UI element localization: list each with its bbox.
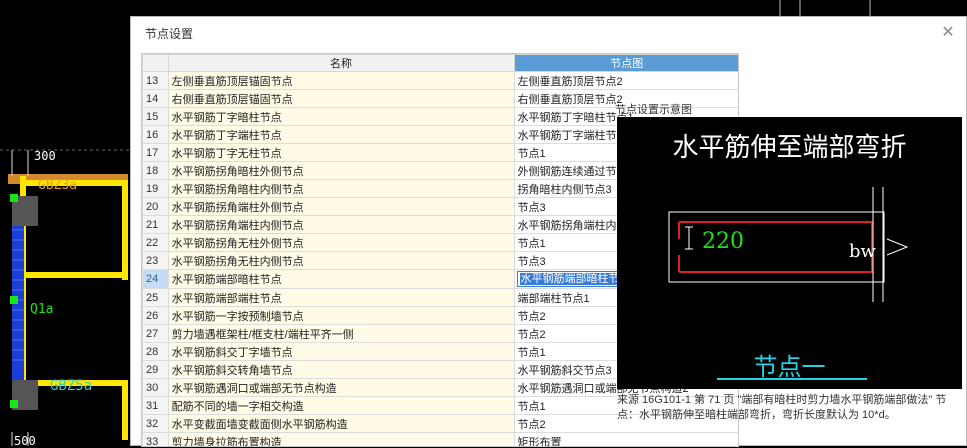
row-number: 33 — [142, 432, 169, 446]
row-number: 26 — [142, 306, 169, 325]
row-name[interactable]: 水平钢筋拐角无柱内侧节点 — [167, 251, 515, 270]
row-node[interactable]: 左侧垂直筋顶层节点2 — [513, 71, 738, 90]
source-note: 来源 16G101-1 第 71 页 "端部有暗柱时剪力墙水平钢筋端部做法" 节… — [617, 394, 947, 421]
row-name[interactable]: 水平钢筋斜交丁字墙节点 — [167, 342, 515, 361]
row-number: 17 — [142, 143, 169, 162]
preview-label: 节点设置示意图 — [615, 104, 692, 116]
row-number: 24 — [142, 269, 169, 289]
dialog-title: 节点设置 — [145, 27, 194, 41]
row-name[interactable]: 剪力墙遇框架柱/框支柱/端柱平齐一侧 — [167, 324, 515, 343]
row-number: 32 — [142, 414, 169, 433]
cad-label-300: 300 — [34, 149, 56, 163]
node-settings-dialog: 节点设置 ✕ 名称 节点图 13 左侧垂直筋顶层锚固节点 左侧垂直筋顶层节点2 14 右… — [130, 16, 967, 447]
row-name[interactable]: 配筋不同的墙一字相交构造 — [167, 396, 515, 415]
row-name[interactable]: 剪力墙身拉筋布置构造 — [167, 432, 515, 446]
row-name[interactable]: 水平变截面墙变截面侧水平钢筋构造 — [167, 414, 515, 433]
dimension-value: 220 — [702, 229, 744, 254]
row-number: 14 — [142, 89, 169, 108]
row-name[interactable]: 水平钢筋拐角端柱外侧节点 — [167, 197, 515, 216]
row-number: 21 — [142, 215, 169, 234]
row-name[interactable]: 水平钢筋端部端柱节点 — [167, 288, 515, 307]
row-name[interactable]: 水平钢筋斜交转角墙节点 — [167, 360, 515, 379]
row-number: 15 — [142, 107, 169, 126]
row-name[interactable]: 右侧垂直筋顶层锚固节点 — [167, 89, 515, 108]
row-number: 16 — [142, 125, 169, 144]
row-name[interactable]: 水平钢筋遇洞口或端部无节点构造 — [167, 378, 515, 397]
row-node[interactable]: 矩形布置 — [513, 432, 738, 446]
row-number: 18 — [142, 161, 169, 180]
row-name[interactable]: 左侧垂直筋顶层锚固节点 — [167, 71, 515, 90]
close-icon[interactable]: ✕ — [938, 23, 958, 43]
row-number: 25 — [142, 288, 169, 307]
row-number: 29 — [142, 360, 169, 379]
cad-label-q1a: Q1a — [30, 302, 54, 317]
name-column-header[interactable]: 名称 — [167, 54, 515, 72]
row-number: 22 — [142, 233, 169, 252]
table-row[interactable]: 13 左侧垂直筋顶层锚固节点 左侧垂直筋顶层节点2 — [142, 71, 738, 90]
dimension-label: bw — [849, 241, 876, 262]
row-name[interactable]: 水平钢筋一字按预制墙节点 — [167, 306, 515, 325]
node-diagram-column-header[interactable]: 节点图 — [513, 54, 738, 72]
row-name[interactable]: 水平钢筋丁字无柱节点 — [167, 143, 515, 162]
row-name[interactable]: 水平钢筋丁字端柱节点 — [167, 125, 515, 144]
row-number: 28 — [142, 342, 169, 361]
row-number: 23 — [142, 251, 169, 270]
dialog-title-bar[interactable]: 节点设置 ✕ — [131, 17, 966, 49]
row-name[interactable]: 水平钢筋拐角无柱外侧节点 — [167, 233, 515, 252]
row-number: 13 — [142, 71, 169, 90]
table-row[interactable]: 33 剪力墙身拉筋布置构造 矩形布置 — [142, 432, 738, 446]
cad-label-gbz5a: GBZ5a — [50, 378, 93, 394]
preview-caption: 节点一 — [753, 353, 826, 381]
row-number: 27 — [142, 324, 169, 343]
row-name[interactable]: 水平钢筋拐角端柱内侧节点 — [167, 215, 515, 234]
row-number: 31 — [142, 396, 169, 415]
cad-label-gbz3a: GBZ3a — [38, 178, 78, 193]
row-number: 20 — [142, 197, 169, 216]
row-number: 30 — [142, 378, 169, 397]
node-diagram-preview: 水平筋伸至端部弯折 220 bw 节点一 — [617, 117, 962, 389]
row-name[interactable]: 水平钢筋拐角暗柱外侧节点 — [167, 161, 515, 180]
row-number: 19 — [142, 179, 169, 198]
row-name[interactable]: 水平钢筋拐角暗柱内侧节点 — [167, 179, 515, 198]
row-name[interactable]: 水平钢筋丁字暗柱节点 — [167, 107, 515, 126]
row-name[interactable]: 水平钢筋端部暗柱节点 — [167, 269, 515, 289]
row-number-header — [142, 54, 169, 72]
